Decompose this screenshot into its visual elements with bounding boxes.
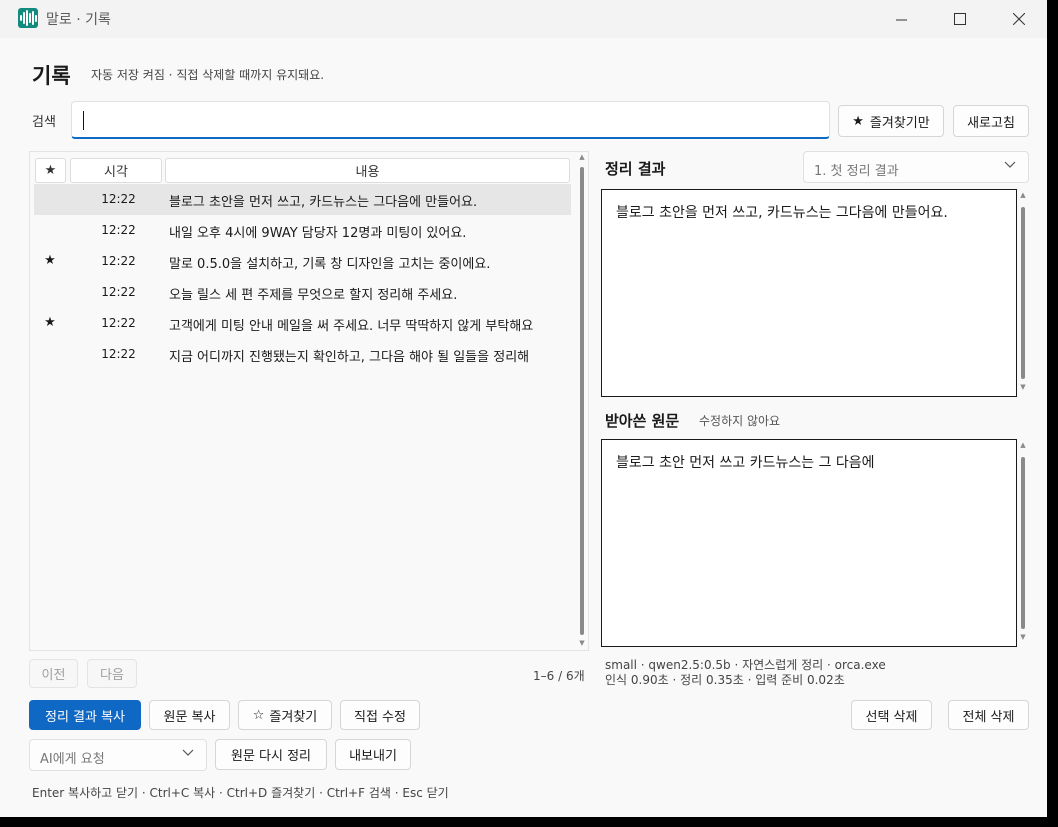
page-title: 기록 bbox=[32, 64, 71, 88]
list-scrollbar[interactable]: ▲ ▼ bbox=[578, 153, 586, 651]
row-text: 지금 어디까지 진행됐는지 확인하고, 그다음 해야 될 일들을 정리해 bbox=[169, 350, 530, 365]
history-list[interactable]: ★ 시각 내용 12:22 블로그 초안을 먼저 쓰고, 카드뉴스는 그다음에 … bbox=[29, 151, 589, 651]
favorite-star-icon: ★ bbox=[44, 315, 56, 330]
keyboard-hints: Enter 복사하고 닫기 · Ctrl+C 복사 · Ctrl+D 즐겨찾기 … bbox=[32, 786, 449, 800]
row-time: 12:22 bbox=[101, 347, 136, 361]
search-field[interactable] bbox=[71, 101, 830, 139]
result-version-value: 1. 첫 정리 결과 bbox=[814, 164, 899, 179]
search-label: 검색 bbox=[32, 115, 56, 130]
row-time: 12:22 bbox=[101, 316, 136, 330]
table-row[interactable]: 12:22 지금 어디까지 진행됐는지 확인하고, 그다음 해야 될 일들을 정… bbox=[34, 339, 571, 370]
favorites-only-label: 즐겨찾기만 bbox=[869, 115, 930, 131]
search-input[interactable] bbox=[72, 102, 829, 137]
maximize-icon bbox=[954, 13, 966, 25]
reprocess-button[interactable]: 원문 다시 정리 bbox=[215, 739, 327, 770]
timing-info: 인식 0.90초 · 정리 0.35초 · 입력 준비 0.02초 bbox=[605, 673, 845, 687]
window-title: 말로 · 기록 bbox=[46, 12, 111, 28]
column-header-content[interactable]: 내용 bbox=[165, 158, 570, 183]
favorite-button[interactable]: ☆ 즐겨찾기 bbox=[238, 700, 332, 730]
table-row[interactable]: 12:22 내일 오후 4시에 9WAY 담당자 12명과 미팅이 있어요. bbox=[34, 215, 571, 246]
maximize-button[interactable] bbox=[937, 0, 983, 38]
chevron-down-icon bbox=[1004, 158, 1016, 173]
scrollbar-thumb[interactable] bbox=[1021, 207, 1025, 379]
original-scrollbar[interactable]: ▲ ▼ bbox=[1019, 441, 1027, 645]
prev-page-button[interactable]: 이전 bbox=[29, 659, 78, 688]
history-window: 말로 · 기록 기록 자동 저장 켜짐 · 직접 삭제할 때까지 유지돼요. 검… bbox=[0, 0, 1047, 817]
column-header-star[interactable]: ★ bbox=[35, 158, 66, 183]
scrollbar-thumb[interactable] bbox=[580, 167, 584, 635]
favorite-star-icon: ★ bbox=[44, 253, 56, 268]
next-page-button[interactable]: 다음 bbox=[87, 659, 137, 688]
ai-request-value: AI에게 요청 bbox=[40, 752, 105, 767]
table-row[interactable]: ★ 12:22 말로 0.5.0을 설치하고, 기록 창 디자인을 고치는 중이… bbox=[34, 246, 571, 277]
table-row[interactable]: 12:22 오늘 릴스 세 편 주제를 무엇으로 할지 정리해 주세요. bbox=[34, 277, 571, 308]
row-time: 12:22 bbox=[101, 223, 136, 237]
row-time: 12:22 bbox=[101, 285, 136, 299]
scroll-down-icon[interactable]: ▼ bbox=[578, 639, 586, 647]
favorites-only-button[interactable]: ★ 즐겨찾기만 bbox=[838, 105, 944, 137]
close-icon bbox=[1013, 13, 1025, 25]
text-caret bbox=[83, 111, 84, 130]
export-button[interactable]: 내보내기 bbox=[335, 739, 411, 770]
row-time: 12:22 bbox=[101, 192, 136, 206]
scroll-up-icon[interactable]: ▲ bbox=[1019, 191, 1027, 199]
original-textbox[interactable]: 블로그 초안 먼저 쓰고 카드뉴스는 그 다음에 bbox=[601, 439, 1017, 647]
minimize-icon bbox=[895, 19, 907, 20]
app-logo-icon bbox=[18, 8, 38, 28]
delete-selected-button[interactable]: 선택 삭제 bbox=[851, 700, 932, 730]
scroll-up-icon[interactable]: ▲ bbox=[1019, 441, 1027, 449]
row-text: 오늘 릴스 세 편 주제를 무엇으로 할지 정리해 주세요. bbox=[169, 288, 458, 303]
column-header-time[interactable]: 시각 bbox=[70, 158, 162, 183]
original-subtitle: 수정하지 않아요 bbox=[699, 414, 781, 428]
scroll-down-icon[interactable]: ▼ bbox=[1019, 383, 1027, 391]
close-button[interactable] bbox=[996, 0, 1042, 38]
table-row[interactable]: 12:22 블로그 초안을 먼저 쓰고, 카드뉴스는 그다음에 만들어요. bbox=[34, 184, 571, 215]
page-range: 1–6 / 6개 bbox=[533, 669, 585, 683]
scrollbar-thumb[interactable] bbox=[1021, 457, 1025, 629]
result-title: 정리 결과 bbox=[605, 160, 666, 178]
copy-original-button[interactable]: 원문 복사 bbox=[149, 700, 230, 730]
scroll-down-icon[interactable]: ▼ bbox=[1019, 633, 1027, 641]
delete-all-button[interactable]: 전체 삭제 bbox=[948, 700, 1029, 730]
favorite-label: 즐겨찾기 bbox=[269, 709, 318, 725]
row-time: 12:22 bbox=[101, 254, 136, 268]
row-text: 블로그 초안을 먼저 쓰고, 카드뉴스는 그다음에 만들어요. bbox=[169, 195, 478, 210]
title-bar: 말로 · 기록 bbox=[0, 0, 1047, 38]
star-outline-icon: ☆ bbox=[252, 707, 265, 723]
result-textbox[interactable]: 블로그 초안을 먼저 쓰고, 카드뉴스는 그다음에 만들어요. bbox=[601, 189, 1017, 397]
row-text: 내일 오후 4시에 9WAY 담당자 12명과 미팅이 있어요. bbox=[169, 226, 467, 241]
ai-request-select[interactable]: AI에게 요청 bbox=[29, 739, 207, 771]
copy-result-button[interactable]: 정리 결과 복사 bbox=[29, 700, 141, 730]
table-row[interactable]: ★ 12:22 고객에게 미팅 안내 메일을 써 주세요. 너무 딱딱하지 않게… bbox=[34, 308, 571, 339]
page-subtitle: 자동 저장 켜짐 · 직접 삭제할 때까지 유지돼요. bbox=[91, 68, 325, 82]
row-text: 고객에게 미팅 안내 메일을 써 주세요. 너무 딱딱하지 않게 부탁해요 bbox=[169, 319, 534, 334]
star-icon: ★ bbox=[852, 113, 864, 129]
scroll-up-icon[interactable]: ▲ bbox=[578, 153, 586, 161]
refresh-button[interactable]: 새로고침 bbox=[953, 105, 1029, 137]
chevron-down-icon bbox=[182, 746, 194, 761]
edit-button[interactable]: 직접 수정 bbox=[340, 700, 420, 730]
result-scrollbar[interactable]: ▲ ▼ bbox=[1019, 191, 1027, 395]
main-content: 기록 자동 저장 켜짐 · 직접 삭제할 때까지 유지돼요. 검색 ★ 즐겨찾기… bbox=[0, 38, 1047, 817]
result-version-select[interactable]: 1. 첫 정리 결과 bbox=[803, 151, 1029, 183]
original-title: 받아쓴 원문 bbox=[605, 412, 680, 430]
minimize-button[interactable] bbox=[878, 0, 924, 38]
row-text: 말로 0.5.0을 설치하고, 기록 창 디자인을 고치는 중이에요. bbox=[169, 257, 491, 272]
